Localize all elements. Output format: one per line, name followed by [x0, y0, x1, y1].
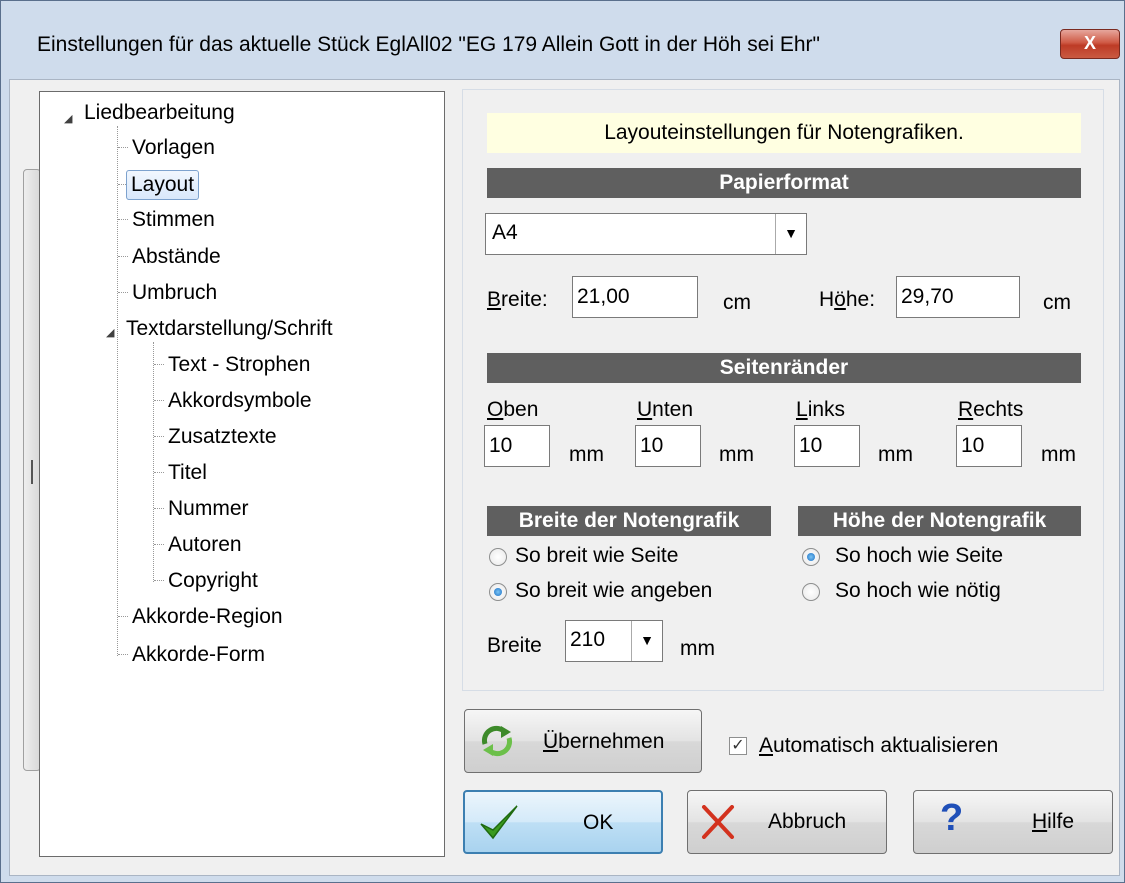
section-seitenraender: Seitenränder	[487, 353, 1081, 383]
tree-item-nummer[interactable]: Nummer	[168, 495, 249, 523]
tree-connector	[154, 472, 164, 473]
rechts-input[interactable]: 10	[956, 425, 1022, 467]
dropdown-arrow-icon[interactable]: ▼	[631, 621, 662, 661]
tree-connector	[154, 580, 164, 581]
radio-breite-angeben[interactable]	[489, 583, 507, 601]
section-papierformat: Papierformat	[487, 168, 1081, 198]
tree-connector	[154, 364, 164, 365]
tree-item-autoren[interactable]: Autoren	[168, 531, 242, 559]
tree-connector	[154, 400, 164, 401]
tree-connector	[118, 292, 128, 293]
checkmark-icon	[480, 805, 518, 840]
tree-connector	[118, 256, 128, 257]
links-unit: mm	[878, 443, 913, 466]
tree-item-akkorde-form[interactable]: Akkorde-Form	[132, 641, 265, 669]
tree-item-umbruch[interactable]: Umbruch	[132, 279, 217, 307]
radio-breite-seite[interactable]	[489, 548, 507, 566]
tree-item-liedbearbeitung[interactable]: Liedbearbeitung	[84, 99, 235, 127]
radio-hoehe-seite-label[interactable]: So hoch wie Seite	[835, 544, 1003, 568]
paper-format-select[interactable]: A4 ▼	[485, 213, 807, 255]
breite-unit: cm	[723, 291, 751, 314]
dialog-window: Einstellungen für das aktuelle Stück Egl…	[0, 0, 1125, 883]
tree-item-vorlagen[interactable]: Vorlagen	[132, 134, 215, 162]
title-bar[interactable]: Einstellungen für das aktuelle Stück Egl…	[1, 1, 1124, 79]
ok-button[interactable]: OK	[463, 790, 663, 854]
oben-label: Oben	[487, 398, 539, 421]
auto-update-label[interactable]: Automatisch aktualisieren	[759, 734, 998, 758]
tree-connector	[154, 508, 164, 509]
tree-item-akkordsymbole[interactable]: Akkordsymbole	[168, 387, 312, 415]
radio-hoehe-noetig[interactable]	[802, 583, 820, 601]
radio-breite-angeben-label[interactable]: So breit wie angeben	[515, 579, 712, 603]
tree-connector	[118, 219, 128, 220]
hoehe-input[interactable]: 29,70	[896, 276, 1020, 318]
breite-combo-label: Breite	[487, 634, 542, 657]
hoehe-label: Höhe:	[819, 288, 876, 311]
hoehe-unit: cm	[1043, 291, 1071, 314]
breite-input[interactable]: 21,00	[572, 276, 698, 318]
cross-icon	[702, 805, 734, 839]
radio-breite-seite-label[interactable]: So breit wie Seite	[515, 544, 678, 568]
tree-item-text-strophen[interactable]: Text - Strophen	[168, 351, 310, 379]
tree-connector	[118, 654, 128, 655]
help-button[interactable]: ? Hilfe	[913, 790, 1113, 854]
settings-tree: ◢ Liedbearbeitung Vorlagen Layout Stimme…	[39, 91, 445, 857]
dropdown-arrow-icon[interactable]: ▼	[775, 214, 806, 254]
radio-hoehe-seite[interactable]	[802, 548, 820, 566]
tree-item-copyright[interactable]: Copyright	[168, 567, 258, 595]
paper-format-value: A4	[492, 221, 518, 244]
tree-item-zusatztexte[interactable]: Zusatztexte	[168, 423, 277, 451]
cancel-button[interactable]: Abbruch	[687, 790, 887, 854]
tree-item-stimmen[interactable]: Stimmen	[132, 206, 215, 234]
links-input[interactable]: 10	[794, 425, 860, 467]
close-button[interactable]: X	[1060, 29, 1120, 59]
apply-label: Übernehmen	[543, 730, 665, 753]
tree-item-textdarstellung[interactable]: Textdarstellung/Schrift	[126, 315, 333, 343]
tree-line	[153, 342, 154, 582]
unten-unit: mm	[719, 443, 754, 466]
breite-combo-unit: mm	[680, 637, 715, 660]
oben-input[interactable]: 10	[484, 425, 550, 467]
radio-hoehe-noetig-label[interactable]: So hoch wie nötig	[835, 579, 1001, 603]
ok-label: OK	[583, 811, 614, 834]
rechts-label: Rechts	[958, 398, 1024, 421]
unten-label: Unten	[637, 398, 694, 421]
links-label: Links	[796, 398, 846, 421]
collapse-arrow-icon[interactable]: ◢	[64, 112, 72, 125]
tree-item-layout[interactable]: Layout	[126, 170, 200, 200]
info-banner: Layouteinstellungen für Notengrafiken.	[487, 113, 1081, 153]
tree-connector	[154, 544, 164, 545]
question-mark-icon: ?	[940, 797, 964, 839]
section-breite-notengrafik: Breite der Notengrafik	[487, 506, 771, 536]
window-title: Einstellungen für das aktuelle Stück Egl…	[37, 33, 821, 56]
tree-item-titel[interactable]: Titel	[168, 459, 207, 487]
collapse-arrow-icon[interactable]: ◢	[106, 326, 114, 339]
tree-connector	[118, 616, 128, 617]
splitter-grip	[31, 460, 33, 484]
section-hoehe-notengrafik: Höhe der Notengrafik	[798, 506, 1081, 536]
cancel-label: Abbruch	[768, 810, 847, 833]
oben-unit: mm	[569, 443, 604, 466]
tree-connector	[154, 436, 164, 437]
breite-combo-value: 210	[570, 628, 606, 651]
help-label: Hilfe	[1032, 810, 1075, 833]
breite-label: Breite:	[487, 288, 548, 311]
breite-combo[interactable]: 210 ▼	[565, 620, 663, 662]
tree-item-akkorde-region[interactable]: Akkorde-Region	[132, 603, 283, 631]
apply-button[interactable]: Übernehmen	[464, 709, 702, 773]
auto-update-checkbox[interactable]: ✓	[729, 737, 747, 755]
tree-connector	[118, 147, 128, 148]
tree-item-abstaende[interactable]: Abstände	[132, 243, 221, 271]
unten-input[interactable]: 10	[635, 425, 701, 467]
refresh-icon	[481, 725, 513, 757]
rechts-unit: mm	[1041, 443, 1076, 466]
tree-line	[117, 126, 118, 656]
